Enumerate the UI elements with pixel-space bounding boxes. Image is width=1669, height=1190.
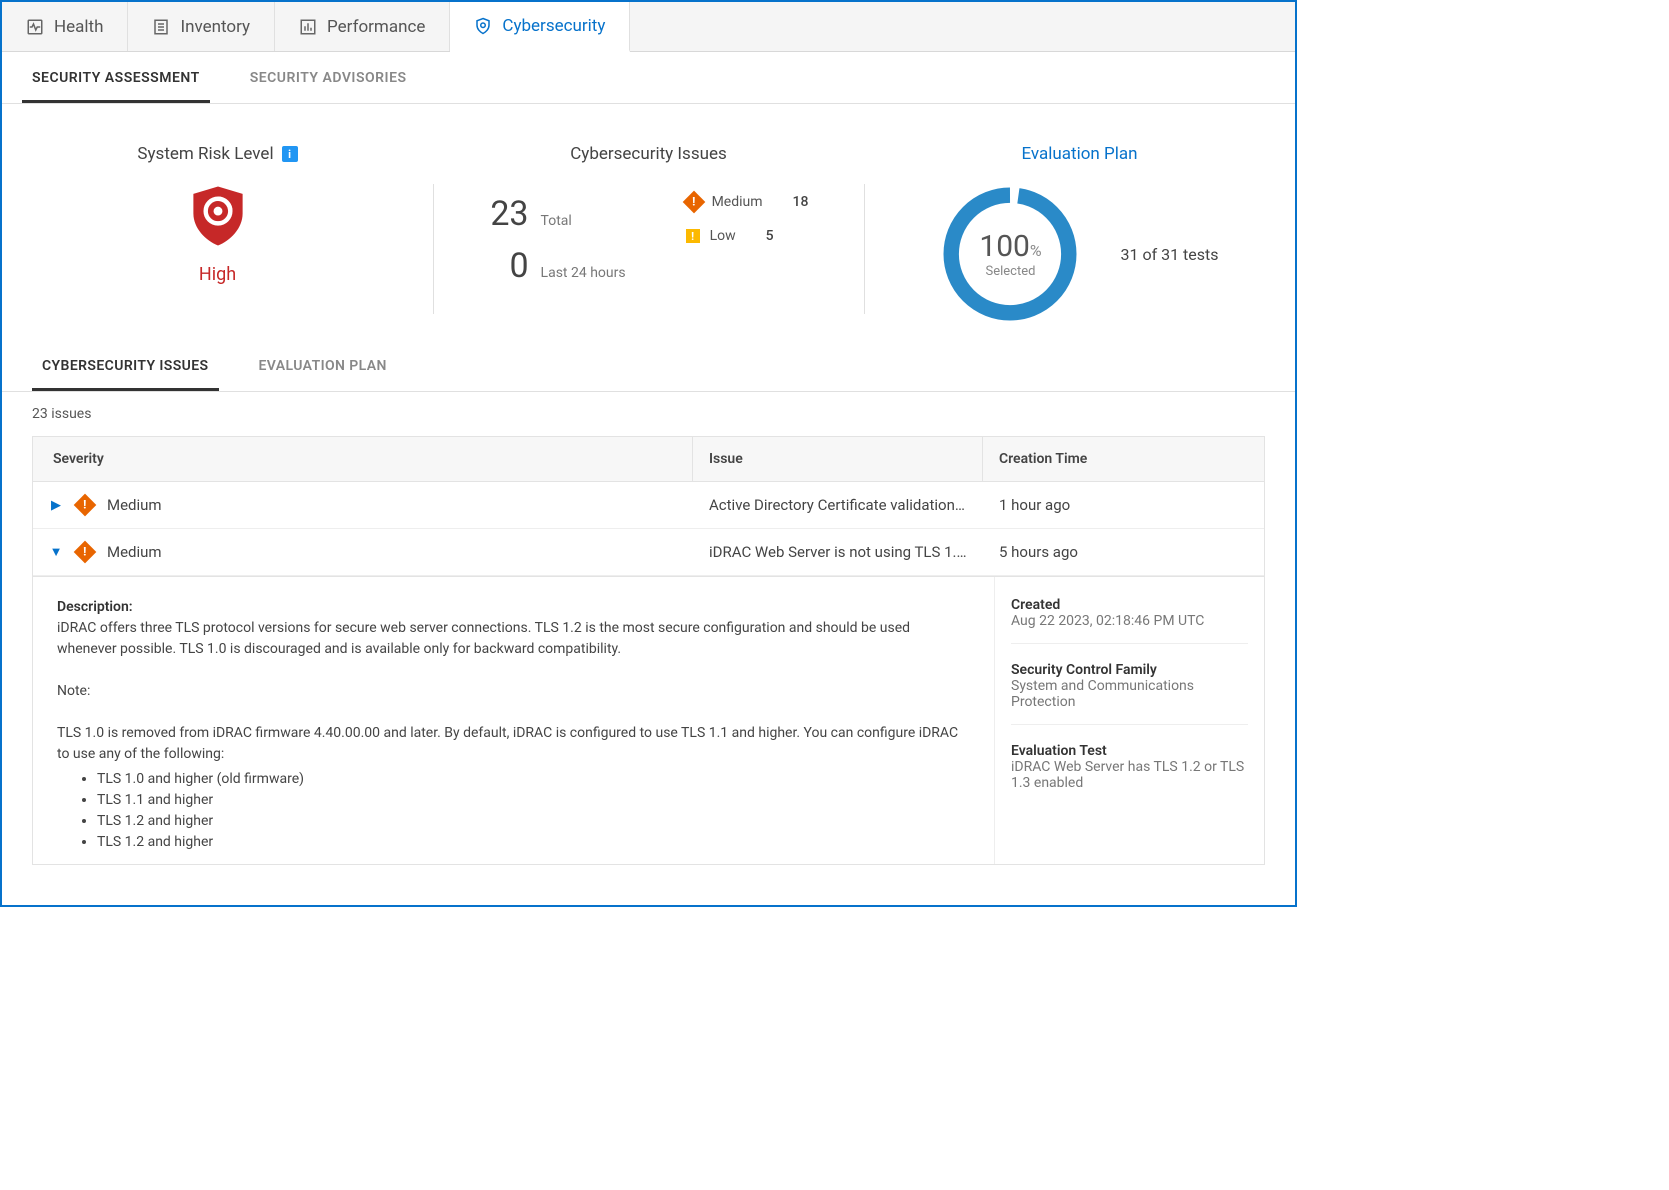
medium-severity-icon: ! [74,541,97,564]
description-text: iDRAC offers three TLS protocol versions… [57,620,910,657]
donut-percent-symbol: % [1030,241,1042,260]
chevron-right-icon[interactable]: ▶ [49,498,63,513]
tab-health[interactable]: Health [2,2,128,51]
bullet-item: TLS 1.0 and higher (old firmware) [97,769,970,790]
th-creation-time[interactable]: Creation Time [983,437,1264,481]
medium-severity-icon: ! [74,494,97,517]
test-label: Evaluation Test [1011,743,1107,759]
lower-tab-issues[interactable]: CYBERSECURITY ISSUES [32,344,219,391]
risk-title-text: System Risk Level [137,144,273,164]
summary-row: System Risk Level i High Cybersecurity I… [2,104,1295,344]
issues-table: Severity Issue Creation Time ▶ ! Medium … [32,436,1265,577]
shield-icon [474,17,492,35]
subtab-security-advisories[interactable]: SECURITY ADVISORIES [240,52,417,103]
note-label: Note: [57,683,90,699]
health-icon [26,18,44,36]
lower-tabs: CYBERSECURITY ISSUES EVALUATION PLAN [2,344,1295,392]
sev-medium-label: Medium [712,194,763,210]
issue-detail-panel: Description: iDRAC offers three TLS prot… [32,577,1265,865]
description-label: Description: [57,599,133,615]
risk-shield-icon [188,184,248,252]
family-label: Security Control Family [1011,662,1157,678]
issues-total-label: Total [541,213,572,229]
row-issue: Active Directory Certificate validation … [693,482,983,528]
row-severity: Medium [107,496,162,514]
card-risk-level: System Risk Level i High [2,144,433,324]
issues-total: 23 [489,194,529,234]
tab-performance[interactable]: Performance [275,2,450,51]
tab-cybersecurity-label: Cybersecurity [502,16,605,36]
sev-low-count: 5 [766,228,774,244]
medium-severity-icon: ! [682,191,705,214]
tests-count-text: 31 of 31 tests [1120,245,1218,264]
sub-tabs: SECURITY ASSESSMENT SECURITY ADVISORIES [2,52,1295,104]
created-label: Created [1011,597,1060,613]
plan-title-link[interactable]: Evaluation Plan [864,144,1295,164]
table-row[interactable]: ▼ ! Medium iDRAC Web Server is not using… [33,529,1264,576]
family-value: System and Communications Protection [1011,678,1194,710]
detail-body: Description: iDRAC offers three TLS prot… [33,577,994,864]
learn-more-links: Learn More1, Learn More2, Learn More3 [57,863,970,865]
th-severity[interactable]: Severity [33,437,693,481]
created-value: Aug 22 2023, 02:18:46 PM UTC [1011,613,1204,629]
tab-inventory-label: Inventory [180,17,250,37]
issues-title: Cybersecurity Issues [433,144,864,164]
sev-low-label: Low [710,228,736,244]
lower-tab-plan[interactable]: EVALUATION PLAN [249,344,397,391]
test-value: iDRAC Web Server has TLS 1.2 or TLS 1.3 … [1011,759,1244,791]
risk-title: System Risk Level i [2,144,433,164]
tab-health-label: Health [54,17,103,37]
issue-count-text: 23 issues [2,392,1295,436]
row-time: 1 hour ago [983,482,1264,528]
bullet-item: TLS 1.2 and higher [97,832,970,853]
tab-cybersecurity[interactable]: Cybersecurity [450,2,630,52]
card-evaluation-plan: Evaluation Plan 100% Selected 31 of 31 t… [864,144,1295,324]
tab-performance-label: Performance [327,17,425,37]
issues-last24: 0 [489,246,529,286]
sev-medium-count: 18 [793,194,809,210]
low-severity-icon: ! [686,229,700,243]
row-time: 5 hours ago [983,529,1264,575]
card-cybersecurity-issues: Cybersecurity Issues 23 Total 0 Last 24 … [433,144,864,324]
th-issue[interactable]: Issue [693,437,983,481]
risk-level-value: High [199,264,236,285]
row-issue: iDRAC Web Server is not using TLS 1.2 or… [693,529,983,575]
issues-last24-label: Last 24 hours [541,265,626,281]
note-text: TLS 1.0 is removed from iDRAC firmware 4… [57,725,958,762]
inventory-icon [152,18,170,36]
tab-inventory[interactable]: Inventory [128,2,275,51]
row-severity: Medium [107,543,162,561]
donut-chart: 100% Selected [940,184,1080,324]
info-icon[interactable]: i [282,146,298,162]
bullet-item: TLS 1.2 and higher [97,811,970,832]
bullet-item: TLS 1.1 and higher [97,790,970,811]
detail-sidebar: Created Aug 22 2023, 02:18:46 PM UTC Sec… [994,577,1264,864]
top-tabs: Health Inventory Performance Cybersecuri… [2,2,1295,52]
donut-selected-label: Selected [986,264,1036,279]
donut-percent: 100 [979,229,1030,264]
performance-icon [299,18,317,36]
table-header: Severity Issue Creation Time [33,437,1264,482]
chevron-down-icon[interactable]: ▼ [49,544,63,560]
table-row[interactable]: ▶ ! Medium Active Directory Certificate … [33,482,1264,529]
subtab-security-assessment[interactable]: SECURITY ASSESSMENT [22,52,210,103]
